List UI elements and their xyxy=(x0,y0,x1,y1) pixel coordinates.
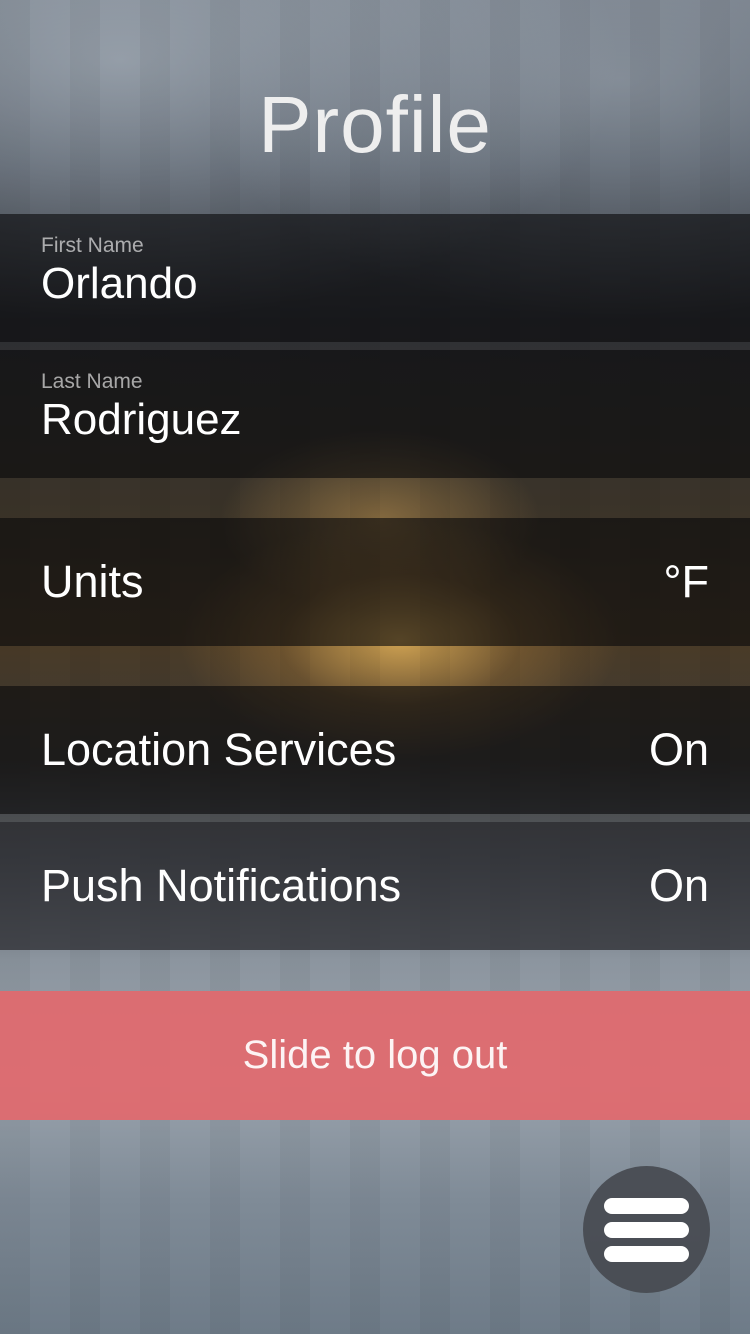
menu-button[interactable] xyxy=(583,1166,710,1293)
push-notifications-value[interactable]: On xyxy=(649,822,709,950)
push-notifications-label: Push Notifications xyxy=(41,860,402,911)
location-services-value[interactable]: On xyxy=(649,686,709,814)
units-label: Units xyxy=(41,556,144,607)
settings-row-units[interactable]: Units °F xyxy=(0,518,750,646)
background-image xyxy=(0,0,750,1334)
menu-icon-bar-bottom xyxy=(604,1246,689,1262)
location-services-label: Location Services xyxy=(41,724,397,775)
last-name-value[interactable]: Rodriguez xyxy=(41,394,242,446)
first-name-label: First Name xyxy=(41,234,144,257)
menu-icon-bar-top xyxy=(604,1198,689,1214)
last-name-field[interactable]: Last Name Rodriguez xyxy=(0,350,750,478)
slide-to-logout-button[interactable]: Slide to log out xyxy=(0,991,750,1120)
first-name-field[interactable]: First Name Orlando xyxy=(0,214,750,342)
settings-row-push-notifications[interactable]: Push Notifications On xyxy=(0,822,750,950)
settings-row-location-services[interactable]: Location Services On xyxy=(0,686,750,814)
last-name-label: Last Name xyxy=(41,370,143,393)
page-title: Profile xyxy=(258,80,492,169)
menu-icon-bar-middle xyxy=(604,1222,689,1238)
units-value[interactable]: °F xyxy=(664,518,709,646)
first-name-value[interactable]: Orlando xyxy=(41,258,198,310)
